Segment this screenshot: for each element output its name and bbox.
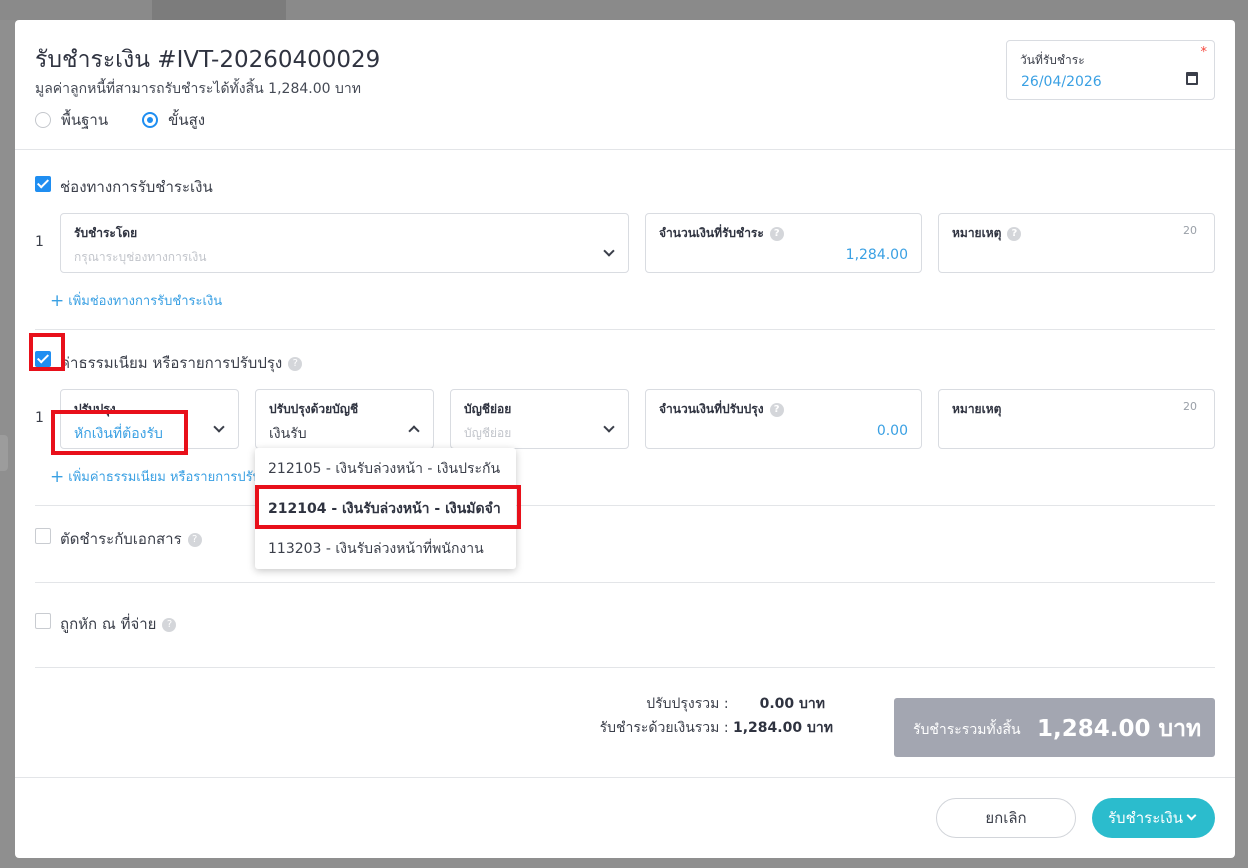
adjustment-account-value: เงินรับ bbox=[269, 426, 307, 442]
adjustment-section: ค่าธรรมเนียม หรือรายการปรับปรุง? bbox=[60, 351, 303, 375]
submit-payment-button[interactable]: รับชำระเงิน bbox=[1092, 798, 1215, 838]
char-counter: 20 bbox=[1183, 224, 1197, 237]
add-adjustment-label: เพิ่มค่าธรรมเนียม หรือรายการปรับปรุง bbox=[68, 470, 283, 485]
dropdown-option[interactable]: 113203 - เงินรับล่วงหน้าที่พนักงาน bbox=[268, 538, 484, 560]
calendar-icon[interactable] bbox=[1186, 72, 1198, 85]
payment-date-label: วันที่รับชำระ bbox=[1020, 53, 1085, 67]
divider bbox=[35, 505, 1215, 506]
grand-total-value: 1,284.00 บาท bbox=[1037, 716, 1202, 742]
adjustment-row-number: 1 bbox=[35, 410, 44, 426]
modal-title: รับชำระเงิน #IVT-20260400029 bbox=[35, 47, 381, 73]
plus-icon: + bbox=[50, 467, 65, 487]
payment-channel-checkbox[interactable] bbox=[35, 176, 51, 192]
payment-modal: รับชำระเงิน #IVT-20260400029 มูลค่าลูกหน… bbox=[15, 20, 1235, 858]
mode-advanced-label: ขั้นสูง bbox=[168, 111, 206, 129]
payment-method-placeholder: กรุณาระบุช่องทางการเงิน bbox=[74, 250, 207, 264]
adjustment-total: ปรับปรุงรวม : 0.00 บาท bbox=[646, 693, 825, 715]
withholding-tax-label: ถูกหัก ณ ที่จ่าย bbox=[60, 615, 157, 633]
submit-payment-label: รับชำระเงิน bbox=[1108, 809, 1183, 827]
chevron-up-icon bbox=[408, 425, 420, 437]
background-active-tab bbox=[152, 0, 286, 20]
payment-date-value: 26/04/2026 bbox=[1021, 74, 1102, 90]
divider bbox=[15, 777, 1235, 778]
required-mark: * bbox=[1200, 45, 1208, 60]
payment-channel-label: ช่องทางการรับชำระเงิน bbox=[60, 178, 213, 196]
adjustment-account-label: ปรับปรุงด้วยบัญชี bbox=[269, 402, 359, 416]
adjustment-total-value: 0.00 บาท bbox=[759, 696, 825, 712]
offset-document-section: ตัดชำระกับเอกสาร? bbox=[60, 527, 202, 551]
help-icon[interactable]: ? bbox=[1007, 226, 1022, 241]
add-payment-channel-label: เพิ่มช่องทางการรับชำระเงิน bbox=[68, 294, 223, 309]
add-payment-channel-link[interactable]: + เพิ่มช่องทางการรับชำระเงิน bbox=[50, 290, 222, 311]
char-counter: 20 bbox=[1183, 400, 1197, 413]
divider bbox=[35, 329, 1215, 330]
cancel-button[interactable]: ยกเลิก bbox=[936, 798, 1076, 838]
highlight-adjustment-type bbox=[51, 410, 188, 455]
payment-method-select[interactable]: รับชำระโดย กรุณาระบุช่องทางการเงิน bbox=[60, 213, 629, 273]
help-icon[interactable]: ? bbox=[769, 402, 784, 417]
payment-amount-label: จำนวนเงินที่รับชำระ bbox=[659, 226, 764, 240]
payment-amount-value: 1,284.00 bbox=[845, 247, 908, 263]
help-icon[interactable]: ? bbox=[162, 617, 177, 632]
receivable-summary: มูลค่าลูกหนี้ที่สามารถรับชำระได้ทั้งสิ้น… bbox=[35, 81, 361, 97]
add-adjustment-link[interactable]: + เพิ่มค่าธรรมเนียม หรือรายการปรับปรุง bbox=[50, 466, 282, 487]
sub-account-label: บัญชีย่อย bbox=[464, 402, 512, 416]
chevron-down-icon bbox=[213, 421, 225, 433]
highlight-selected-option bbox=[255, 485, 521, 529]
payment-note-field[interactable]: หมายเหตุ? 20 bbox=[938, 213, 1215, 273]
withholding-tax-section: ถูกหัก ณ ที่จ่าย? bbox=[60, 612, 177, 636]
payment-method-label: รับชำระโดย bbox=[74, 226, 138, 240]
grand-total-box: รับชำระรวมทั้งสิ้น 1,284.00 บาท bbox=[894, 698, 1215, 757]
sub-account-placeholder: บัญชีย่อย bbox=[464, 426, 512, 440]
divider bbox=[15, 149, 1235, 150]
adjustment-note-field[interactable]: หมายเหตุ 20 bbox=[938, 389, 1215, 449]
chevron-down-icon bbox=[603, 421, 615, 433]
paid-total-value: 1,284.00 บาท bbox=[733, 720, 833, 736]
help-icon[interactable]: ? bbox=[187, 532, 202, 547]
offset-document-checkbox[interactable] bbox=[35, 528, 51, 544]
help-icon[interactable]: ? bbox=[288, 356, 303, 371]
paid-total-label: รับชำระด้วยเงินรวม : bbox=[599, 720, 729, 736]
adjustment-label: ค่าธรรมเนียม หรือรายการปรับปรุง bbox=[60, 354, 283, 372]
payment-row-number: 1 bbox=[35, 234, 44, 250]
plus-icon: + bbox=[50, 291, 65, 311]
payment-amount-field[interactable]: จำนวนเงินที่รับชำระ? 1,284.00 bbox=[645, 213, 922, 273]
adjustment-amount-value: 0.00 bbox=[876, 423, 908, 439]
mode-advanced-radio[interactable]: ขั้นสูง bbox=[142, 108, 205, 132]
mode-radio-group: พื้นฐาน ขั้นสูง bbox=[35, 108, 239, 132]
radio-unchecked-icon bbox=[35, 112, 51, 128]
background-toolbar bbox=[0, 0, 1248, 20]
adjustment-total-label: ปรับปรุงรวม : bbox=[646, 696, 729, 712]
payment-note-label: หมายเหตุ bbox=[952, 226, 1002, 240]
divider bbox=[35, 582, 1215, 583]
offset-document-label: ตัดชำระกับเอกสาร bbox=[60, 530, 182, 548]
sub-account-select[interactable]: บัญชีย่อย บัญชีย่อย bbox=[450, 389, 629, 449]
adjustment-amount-label: จำนวนเงินที่ปรับปรุง bbox=[659, 402, 764, 416]
withholding-tax-checkbox[interactable] bbox=[35, 613, 51, 629]
chevron-down-icon[interactable] bbox=[1186, 810, 1197, 821]
adjustment-account-select[interactable]: ปรับปรุงด้วยบัญชี เงินรับ bbox=[255, 389, 434, 449]
mode-basic-label: พื้นฐาน bbox=[61, 111, 109, 129]
payment-date-field[interactable]: วันที่รับชำระ * 26/04/2026 bbox=[1006, 40, 1215, 100]
highlight-adjustment-checkbox bbox=[29, 333, 65, 371]
adjustment-note-label: หมายเหตุ bbox=[952, 402, 1002, 416]
chevron-down-icon bbox=[603, 245, 615, 257]
help-icon[interactable]: ? bbox=[769, 226, 784, 241]
divider bbox=[35, 667, 1215, 668]
paid-total: รับชำระด้วยเงินรวม : 1,284.00 บาท bbox=[599, 717, 833, 739]
background-side-handle bbox=[0, 435, 8, 471]
radio-checked-icon bbox=[142, 112, 159, 128]
dropdown-option[interactable]: 212105 - เงินรับล่วงหน้า - เงินประกัน bbox=[268, 458, 500, 480]
grand-total-label: รับชำระรวมทั้งสิ้น bbox=[913, 722, 1021, 738]
adjustment-amount-field[interactable]: จำนวนเงินที่ปรับปรุง? 0.00 bbox=[645, 389, 922, 449]
mode-basic-radio[interactable]: พื้นฐาน bbox=[35, 108, 108, 132]
